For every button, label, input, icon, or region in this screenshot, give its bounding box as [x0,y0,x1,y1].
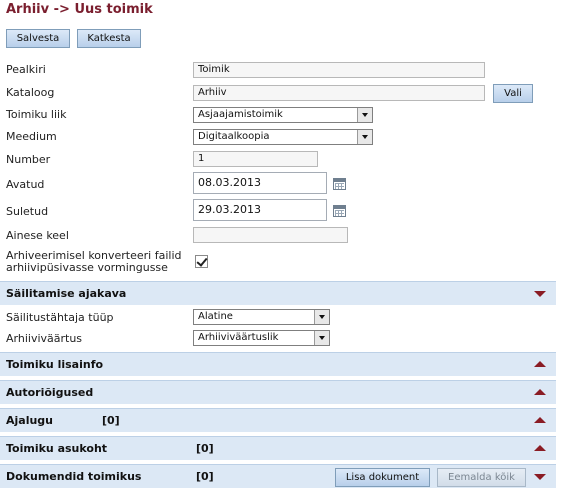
type-select-value: Asjaajamistoimik [198,109,283,120]
location-section-title: Toimiku asukoht [6,442,108,455]
title-field[interactable]: Toimik [193,62,485,78]
documents-count: [0] [196,470,214,483]
calendar-icon[interactable] [333,205,346,217]
extra-info-section-header[interactable]: Toimiku lisainfo [0,352,556,376]
language-label: Ainese keel [6,229,69,242]
chevron-down-icon [314,331,329,345]
triangle-up-icon[interactable] [534,417,546,423]
number-field[interactable]: 1 [193,151,318,167]
closed-date-input[interactable]: 29.03.2013 [193,199,327,221]
history-count: [0] [102,414,120,427]
triangle-up-icon[interactable] [534,361,546,367]
medium-select-value: Digitaalkoopia [198,131,270,142]
triangle-up-icon[interactable] [534,389,546,395]
calendar-icon[interactable] [333,178,346,190]
choose-catalog-button[interactable]: Vali [493,84,533,103]
copyright-section-title: Autoriõigused [6,386,94,399]
medium-select[interactable]: Digitaalkoopia [193,129,373,145]
history-section-header[interactable]: Ajalugu [0] [0,408,556,432]
convert-label: Arhiveerimisel konverteeri failid arhiiv… [6,249,182,274]
copyright-section-header[interactable]: Autoriõigused [0,380,556,404]
triangle-down-icon[interactable] [534,291,546,297]
extra-info-section-title: Toimiku lisainfo [6,358,104,371]
add-document-button[interactable]: Lisa dokument [335,468,430,487]
triangle-up-icon[interactable] [534,445,546,451]
archival-value-select-value: Arhiiviväärtuslik [198,332,279,343]
remove-all-button[interactable]: Eemalda kõik [437,468,526,487]
retention-section-header[interactable]: Säilitamise ajakava [0,281,556,305]
term-type-select-value: Alatine [198,311,233,322]
type-label: Toimiku liik [6,108,67,121]
documents-section-header[interactable]: Dokumendid toimikus [0] Lisa dokument Ee… [0,464,556,488]
cancel-button[interactable]: Katkesta [77,29,141,48]
medium-label: Meedium [6,130,57,143]
language-field[interactable] [193,227,348,243]
chevron-down-icon [357,108,372,122]
convert-checkbox[interactable] [195,255,208,268]
page-title: Arhiiv -> Uus toimik [6,2,153,17]
history-section-title: Ajalugu [6,414,54,427]
location-count: [0] [196,442,214,455]
chevron-down-icon [357,130,372,144]
archival-value-label: Arhiiviväärtus [6,332,83,345]
term-type-select[interactable]: Alatine [193,309,330,325]
catalog-field[interactable]: Arhiiv [193,85,485,101]
documents-section-title: Dokumendid toimikus [6,470,142,483]
closed-label: Suletud [6,205,49,218]
type-select[interactable]: Asjaajamistoimik [193,107,373,123]
opened-label: Avatud [6,178,45,191]
location-section-header[interactable]: Toimiku asukoht [0] [0,436,556,460]
triangle-down-icon[interactable] [534,474,546,480]
catalog-label: Kataloog [6,86,55,99]
save-button[interactable]: Salvesta [6,29,70,48]
term-type-label: Säilitustähtaja tüüp [6,311,114,324]
retention-section-title: Säilitamise ajakava [6,287,127,300]
title-label: Pealkiri [6,63,46,76]
number-label: Number [6,153,51,166]
archival-value-select[interactable]: Arhiiviväärtuslik [193,330,330,346]
opened-date-input[interactable]: 08.03.2013 [193,172,327,194]
chevron-down-icon [314,310,329,324]
